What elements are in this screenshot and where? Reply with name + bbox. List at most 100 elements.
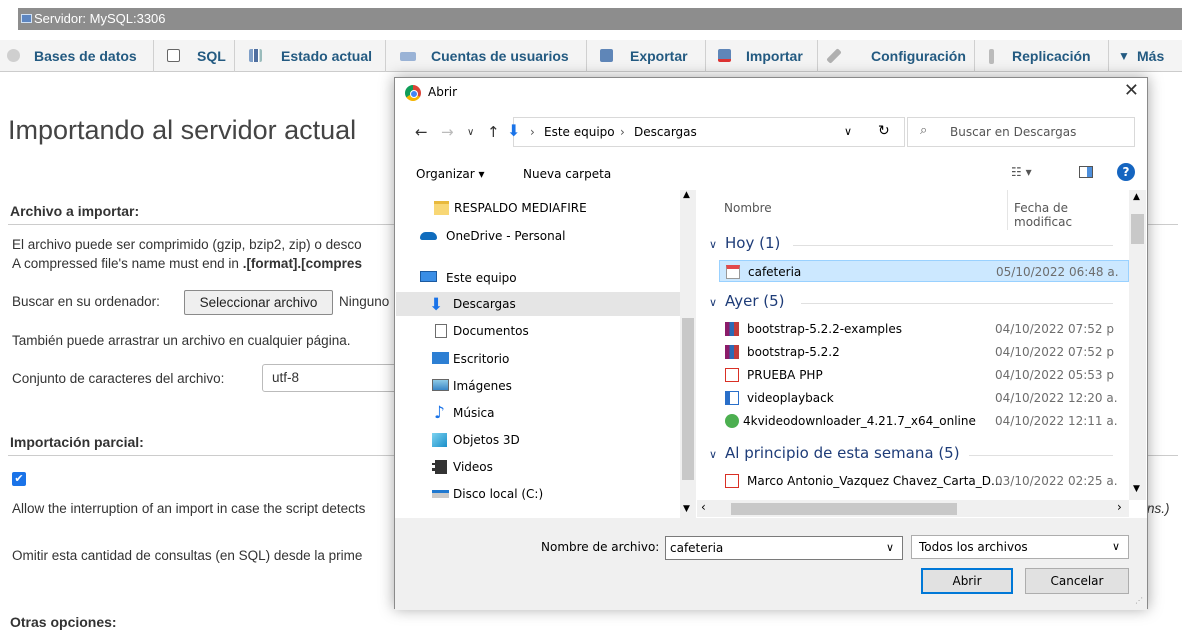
column-header-name[interactable]: Nombre bbox=[724, 201, 772, 215]
tab-sql[interactable]: SQL bbox=[155, 40, 235, 72]
address-dropdown-chevron-icon[interactable]: ∨ bbox=[844, 125, 852, 138]
nav-item-escritorio[interactable]: Escritorio bbox=[420, 347, 690, 371]
forward-arrow-icon[interactable]: → bbox=[441, 123, 454, 141]
nav-item-este-equipo[interactable]: Este equipo bbox=[410, 266, 680, 290]
navigation-pane-scrollbar[interactable]: ▲ ▼ bbox=[680, 190, 696, 518]
scrollbar-thumb[interactable] bbox=[731, 503, 957, 515]
group-header-principio-semana[interactable]: ∨ Al principio de esta semana (5) bbox=[709, 444, 1113, 466]
preview-pane-icon[interactable] bbox=[1079, 166, 1093, 178]
group-header-ayer[interactable]: ∨ Ayer (5) bbox=[709, 292, 1113, 314]
sql-file-icon bbox=[726, 265, 740, 279]
scroll-right-arrow-icon[interactable]: › bbox=[1117, 500, 1122, 514]
tab-replicacion[interactable]: Replicación bbox=[976, 40, 1109, 72]
server-label: Servidor: MySQL:3306 bbox=[34, 11, 166, 26]
scrollbar-thumb[interactable] bbox=[1131, 214, 1144, 244]
group-label: Hoy (1) bbox=[725, 234, 781, 252]
file-row-bootstrap-examples[interactable]: bootstrap-5.2.2-examples 04/10/2022 07:5… bbox=[719, 318, 1129, 340]
server-breadcrumb[interactable]: Servidor: MySQL:3306 bbox=[18, 8, 1182, 30]
resize-grip-icon[interactable]: ⋰ bbox=[1135, 596, 1143, 605]
filename-dropdown-chevron-icon[interactable]: ∨ bbox=[886, 537, 894, 559]
charset-select[interactable]: utf-8 bbox=[262, 364, 402, 392]
address-bar[interactable]: ⬇ › Este equipo › Descargas ∨ ↻ bbox=[507, 117, 905, 147]
organize-button[interactable]: Organizar ▾ bbox=[416, 167, 485, 181]
refresh-icon[interactable]: ↻ bbox=[878, 123, 890, 139]
search-icon: ⌕ bbox=[920, 123, 928, 138]
nav-item-musica[interactable]: ♪ Música bbox=[420, 401, 690, 425]
scroll-down-arrow-icon[interactable]: ▼ bbox=[1133, 484, 1140, 494]
tab-cuentas-de-usuarios[interactable]: Cuentas de usuarios bbox=[387, 40, 587, 72]
file-row-cafeteria[interactable]: cafeteria 05/10/2022 06:48 a. bbox=[719, 260, 1129, 282]
recent-locations-chevron-icon[interactable]: ∨ bbox=[467, 127, 474, 138]
search-field[interactable]: ⌕ Buscar en Descargas bbox=[907, 117, 1135, 147]
tab-exportar[interactable]: Exportar bbox=[588, 40, 706, 72]
group-collapse-chevron-icon: ∨ bbox=[709, 448, 718, 461]
file-row-prueba-php[interactable]: PRUEBA PHP 04/10/2022 05:53 p bbox=[719, 364, 1129, 386]
filename-input[interactable]: cafeteria ∨ bbox=[665, 536, 903, 560]
nav-item-disco-local[interactable]: Disco local (C:) bbox=[420, 482, 690, 506]
open-file-dialog: Abrir ✕ ← → ∨ ↑ ⬇ › Este equipo › Descar… bbox=[394, 77, 1148, 610]
open-button[interactable]: Abrir bbox=[921, 568, 1013, 594]
tab-label: Más bbox=[1137, 48, 1165, 64]
nav-item-imagenes[interactable]: Imágenes bbox=[420, 374, 690, 398]
nav-item-label: Disco local (C:) bbox=[453, 487, 544, 501]
column-separator[interactable] bbox=[1007, 190, 1008, 230]
file-row-carta[interactable]: Marco Antonio_Vazquez Chavez_Carta_D... … bbox=[719, 470, 1129, 492]
export-icon bbox=[600, 49, 613, 62]
breadcrumb-separator: › bbox=[530, 125, 535, 139]
scroll-up-arrow-icon[interactable]: ▲ bbox=[1133, 192, 1140, 202]
breadcrumb-descargas[interactable]: Descargas bbox=[634, 125, 697, 139]
folder-icon bbox=[434, 201, 449, 215]
tab-bases-de-datos[interactable]: Bases de datos bbox=[0, 40, 154, 72]
tab-estado-actual[interactable]: Estado actual bbox=[236, 40, 386, 72]
column-header-date[interactable]: Fecha de modificac bbox=[1014, 201, 1129, 229]
view-options-icon[interactable]: ☷ ▾ bbox=[1011, 165, 1032, 179]
file-list-vertical-scrollbar[interactable]: ▲ ▼ bbox=[1129, 190, 1146, 500]
chrome-logo-icon bbox=[405, 85, 421, 101]
group-header-hoy[interactable]: ∨ Hoy (1) bbox=[709, 234, 1113, 256]
tab-label: Configuración bbox=[871, 48, 966, 64]
tab-label: Exportar bbox=[630, 48, 688, 64]
file-row-4kvideodownloader[interactable]: 4kvideodownloader_4.21.7_x64_online 04/1… bbox=[719, 410, 1129, 432]
filetype-select[interactable]: Todos los archivos ∨ bbox=[911, 535, 1129, 559]
sql-icon bbox=[167, 49, 180, 62]
group-collapse-chevron-icon: ∨ bbox=[709, 238, 718, 251]
tab-mas[interactable]: ▼ Más bbox=[1110, 40, 1182, 72]
file-list-horizontal-scrollbar[interactable]: ‹ › bbox=[697, 500, 1129, 517]
back-arrow-icon[interactable]: ← bbox=[415, 123, 428, 141]
tab-label: Importar bbox=[746, 48, 803, 64]
cancel-button[interactable]: Cancelar bbox=[1025, 568, 1129, 594]
nav-item-documentos[interactable]: Documentos bbox=[420, 319, 690, 343]
allow-interrupt-checkbox[interactable]: ✔ bbox=[12, 472, 26, 486]
nav-item-onedrive[interactable]: OneDrive - Personal bbox=[410, 224, 680, 248]
desktop-icon bbox=[432, 352, 449, 364]
group-rule bbox=[969, 455, 1113, 456]
nav-item-objetos-3d[interactable]: Objetos 3D bbox=[420, 428, 690, 452]
file-row-bootstrap[interactable]: bootstrap-5.2.2 04/10/2022 07:52 p bbox=[719, 341, 1129, 363]
tab-importar[interactable]: Importar bbox=[707, 40, 818, 72]
dialog-title: Abrir bbox=[428, 85, 458, 99]
breadcrumb-este-equipo[interactable]: Este equipo bbox=[544, 125, 615, 139]
up-arrow-icon[interactable]: ↑ bbox=[487, 123, 500, 141]
scroll-left-arrow-icon[interactable]: ‹ bbox=[701, 500, 706, 514]
nav-item-descargas[interactable]: ⬇ Descargas bbox=[396, 292, 681, 316]
organize-label: Organizar bbox=[416, 167, 475, 181]
filetype-value: Todos los archivos bbox=[919, 540, 1028, 554]
installer-icon bbox=[725, 414, 739, 428]
scrollbar-thumb[interactable] bbox=[682, 318, 694, 480]
scroll-down-arrow-icon[interactable]: ▼ bbox=[683, 504, 690, 514]
wrench-icon bbox=[826, 48, 842, 64]
nav-item-label: Imágenes bbox=[453, 379, 512, 393]
triangle-down-icon: ▼ bbox=[1118, 49, 1130, 63]
select-file-button[interactable]: Seleccionar archivo bbox=[184, 290, 333, 315]
pdf-icon bbox=[725, 368, 739, 382]
help-icon[interactable]: ? bbox=[1117, 163, 1135, 181]
nav-item-respaldo-mediafire[interactable]: RESPALDO MEDIAFIRE bbox=[420, 196, 690, 220]
nav-item-videos[interactable]: Videos bbox=[420, 455, 690, 479]
new-folder-button[interactable]: Nueva carpeta bbox=[523, 167, 611, 181]
file-row-videoplayback[interactable]: videoplayback 04/10/2022 12:20 a. bbox=[719, 387, 1129, 409]
nav-item-label: Este equipo bbox=[446, 271, 517, 285]
address-row: ← → ∨ ↑ ⬇ › Este equipo › Descargas ∨ ↻ … bbox=[395, 114, 1147, 150]
close-icon[interactable]: ✕ bbox=[1124, 80, 1139, 101]
tab-configuracion[interactable]: Configuración bbox=[819, 40, 975, 72]
scroll-up-arrow-icon[interactable]: ▲ bbox=[683, 190, 690, 200]
